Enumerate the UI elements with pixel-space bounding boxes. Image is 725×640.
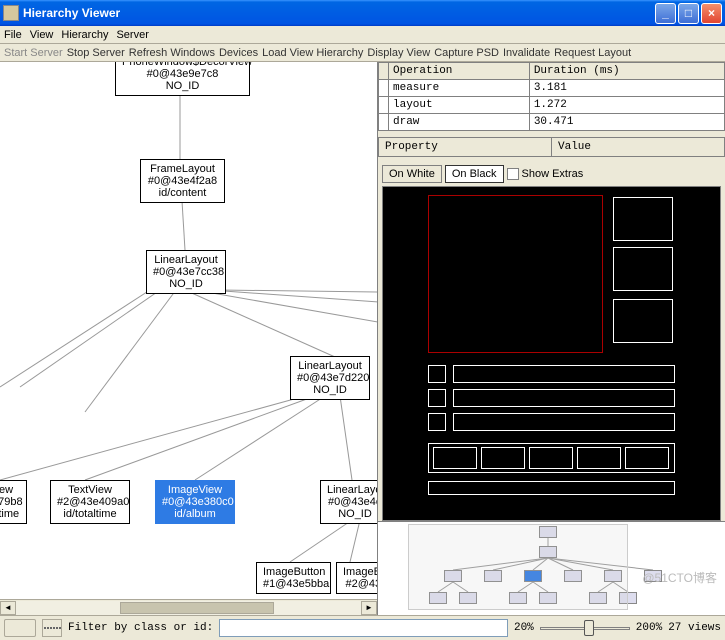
hierarchy-tree[interactable]: PhoneWindow$DecorView #0@43e9e7c8 NO_ID … <box>0 62 377 599</box>
timing-table: OperationDuration (ms) measure3.181 layo… <box>378 62 725 131</box>
tool-display-view[interactable]: Display View <box>367 47 430 59</box>
toolbar: Start Server Stop Server Refresh Windows… <box>0 44 725 62</box>
tool-invalidate[interactable]: Invalidate <box>503 47 550 59</box>
titlebar: Hierarchy Viewer _ □ × <box>0 0 725 26</box>
status-button-1[interactable] <box>4 619 36 637</box>
menu-file[interactable]: File <box>4 29 22 41</box>
filter-input[interactable] <box>219 619 508 637</box>
node-linearlayout-3[interactable]: LinearLayout #0@43e4e NO_ID <box>320 480 377 524</box>
show-extras-checkbox[interactable] <box>507 168 519 180</box>
tool-start-server[interactable]: Start Server <box>4 47 63 59</box>
filter-label: Filter by class or id: <box>68 622 213 634</box>
tool-capture-psd[interactable]: Capture PSD <box>434 47 499 59</box>
col-property: Property <box>379 138 552 156</box>
on-white-button[interactable]: On White <box>382 165 442 183</box>
menu-hierarchy[interactable]: Hierarchy <box>61 29 108 41</box>
col-value: Value <box>552 138 724 156</box>
menubar: File View Hierarchy Server <box>0 26 725 44</box>
tool-refresh[interactable]: Refresh Windows <box>129 47 215 59</box>
close-button[interactable]: × <box>701 3 722 24</box>
node-imagebutton-2[interactable]: ImageButton #2@43e5f <box>336 562 377 594</box>
table-row[interactable]: draw30.471 <box>379 114 725 131</box>
node-phonewindow[interactable]: PhoneWindow$DecorView #0@43e9e7c8 NO_ID <box>115 62 250 96</box>
tool-request-layout[interactable]: Request Layout <box>554 47 631 59</box>
tree-pane: PhoneWindow$DecorView #0@43e9e7c8 NO_ID … <box>0 62 378 615</box>
menu-view[interactable]: View <box>30 29 54 41</box>
scroll-left-arrow[interactable]: ◄ <box>0 601 16 615</box>
app-icon <box>3 5 19 21</box>
zoom-slider[interactable] <box>540 620 630 636</box>
tool-load-hierarchy[interactable]: Load View Hierarchy <box>262 47 363 59</box>
tree-hscroll[interactable]: ◄ ► <box>0 599 377 615</box>
tool-stop-server[interactable]: Stop Server <box>67 47 125 59</box>
zoom-min-label: 20% <box>514 622 534 634</box>
view-count: 27 views <box>668 622 721 634</box>
node-imageview-selected[interactable]: ImageView #0@43e380c0 id/album <box>155 480 235 524</box>
on-black-button[interactable]: On Black <box>445 165 504 183</box>
table-row[interactable]: measure3.181 <box>379 80 725 97</box>
scroll-right-arrow[interactable]: ► <box>361 601 377 615</box>
layout-preview[interactable] <box>382 186 721 521</box>
node-linearlayout-1[interactable]: LinearLayout #0@43e7cc38 NO_ID <box>146 250 226 294</box>
tool-devices[interactable]: Devices <box>219 47 258 59</box>
node-partial[interactable]: ew 879b8 lttime <box>0 480 27 524</box>
table-row[interactable]: layout1.272 <box>379 97 725 114</box>
window-buttons: _ □ × <box>655 3 722 24</box>
window-title: Hierarchy Viewer <box>23 6 655 20</box>
node-textview[interactable]: TextView #2@43e409a0 id/totaltime <box>50 480 130 524</box>
node-linearlayout-2[interactable]: LinearLayout #0@43e7d220 NO_ID <box>290 356 370 400</box>
node-imagebutton-1[interactable]: ImageButton #1@43e5bba <box>256 562 331 594</box>
overview-map[interactable] <box>378 521 725 615</box>
status-grid-button[interactable] <box>42 619 62 637</box>
col-operation: Operation <box>389 63 530 80</box>
node-framelayout[interactable]: FrameLayout #0@43e4f2a8 id/content <box>140 159 225 203</box>
menu-server[interactable]: Server <box>116 29 148 41</box>
show-extras-label: Show Extras <box>522 168 584 180</box>
statusbar: Filter by class or id: 20% 200% 27 views <box>0 615 725 640</box>
zoom-max-label: 200% <box>636 622 662 634</box>
maximize-button[interactable]: □ <box>678 3 699 24</box>
minimize-button[interactable]: _ <box>655 3 676 24</box>
right-pane: OperationDuration (ms) measure3.181 layo… <box>378 62 725 615</box>
property-header: Property Value <box>378 137 725 156</box>
preview-toolbar: On White On Black Show Extras <box>378 162 725 186</box>
col-duration: Duration (ms) <box>529 63 724 80</box>
